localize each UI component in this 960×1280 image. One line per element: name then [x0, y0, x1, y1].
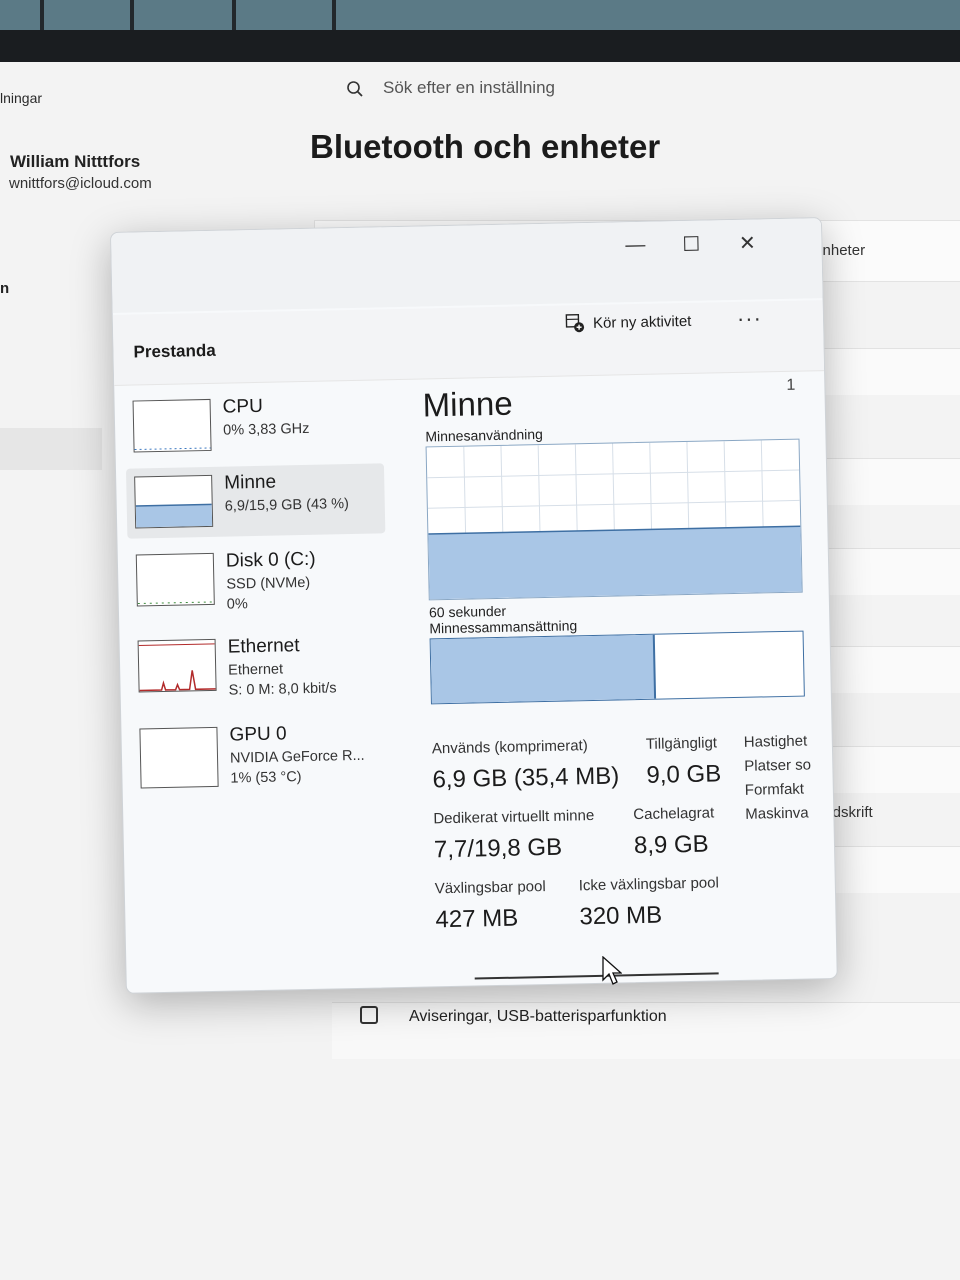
settings-app-title: lningar — [0, 90, 43, 106]
cpu-thumbnail — [132, 398, 212, 453]
cached-label: Cachelagrat — [633, 804, 715, 824]
memory-usage-fill — [428, 526, 802, 600]
memory-composition-svg — [430, 634, 657, 704]
memory-usage-graph — [425, 438, 803, 601]
settings-row[interactable] — [822, 348, 960, 395]
form-factor-label: Formfakt — [744, 780, 805, 799]
available-label: Tillgängligt — [645, 734, 718, 753]
settings-row[interactable] — [822, 746, 960, 793]
sidebar-item-selected[interactable] — [0, 428, 102, 470]
run-task-icon — [565, 313, 585, 333]
composition-divider — [652, 634, 657, 699]
user-email: wnittfors@icloud.com — [9, 175, 152, 192]
task-manager-window: — ☐ ✕ Prestanda Kör ny aktivitet ··· CPU… — [110, 217, 838, 994]
device-detail: Ethernet — [228, 661, 284, 679]
device-name: Disk 0 (C:) — [225, 548, 316, 572]
device-detail: 6,9/15,9 GB (43 %) — [224, 496, 350, 515]
bezel-divider — [232, 0, 236, 30]
settings-row[interactable] — [822, 646, 960, 693]
performance-heading: Prestanda — [133, 340, 216, 362]
memory-thumbnail — [134, 474, 214, 529]
committed-value: 7,7/19,8 GB — [433, 833, 563, 864]
paged-pool-label: Växlingsbar pool — [434, 878, 546, 898]
sidebar-item-partial[interactable]: n — [0, 280, 9, 297]
run-new-task-label: Kör ny aktivitet — [592, 312, 692, 332]
device-ethernet[interactable]: Ethernet Ethernet S: 0 M: 8,0 kbit/s — [129, 627, 388, 702]
memory-usage-svg — [427, 440, 802, 600]
run-new-task-button[interactable]: Kör ny aktivitet — [565, 311, 692, 334]
disk-mini-graph — [137, 601, 214, 604]
search-icon — [347, 81, 363, 97]
memory-composition-graph — [429, 630, 805, 705]
more-options-icon[interactable]: ··· — [737, 305, 763, 332]
device-disk[interactable]: Disk 0 (C:) SSD (NVMe) 0% — [128, 541, 387, 616]
in-use-label: Används (komprimerat) — [431, 737, 588, 758]
bezel-divider — [332, 0, 336, 30]
page-title: Bluetooth och enheter — [310, 128, 661, 165]
title-bar[interactable]: — ☐ ✕ — [111, 218, 823, 313]
disk-thumbnail — [135, 552, 215, 607]
maximize-button[interactable]: ☐ — [671, 228, 712, 259]
usb-checkbox[interactable] — [360, 1006, 378, 1024]
device-name: Ethernet — [227, 635, 300, 658]
device-usage: 1% (53 °C) — [230, 769, 302, 787]
in-use-value: 6,9 GB (35,4 MB) — [432, 762, 620, 794]
speed-label: Hastighet — [743, 732, 808, 751]
ethernet-mini-graph — [138, 643, 216, 692]
memory-composition-label: Minnessammansättning — [429, 617, 578, 637]
memory-usage-label: Minnesanvändning — [425, 425, 544, 445]
settings-row[interactable] — [822, 548, 960, 595]
device-cpu[interactable]: CPU 0% 3,83 GHz — [124, 387, 383, 462]
cpu-mini-graph — [134, 447, 211, 451]
settings-row[interactable] — [822, 458, 960, 505]
performance-header — [112, 300, 825, 386]
close-button[interactable]: ✕ — [727, 227, 768, 258]
ethernet-thumbnail — [137, 638, 217, 693]
user-name: William Nitttfors — [10, 152, 141, 171]
search-input[interactable]: Sök efter en inställning — [383, 78, 555, 98]
device-memory[interactable]: Minne 6,9/15,9 GB (43 %) — [125, 463, 386, 539]
device-name: CPU — [222, 395, 264, 418]
composition-in-use — [430, 634, 656, 704]
cached-value: 8,9 GB — [633, 830, 709, 860]
usb-notifications-label: Aviseringar, USB-batterisparfunktion — [409, 1008, 667, 1025]
device-usage: 0% — [226, 596, 248, 613]
slots-label: Platser so — [744, 756, 812, 775]
nonpaged-pool-label: Icke växlingsbar pool — [578, 874, 720, 895]
device-detail: NVIDIA GeForce R... — [229, 747, 365, 767]
device-gpu[interactable]: GPU 0 NVIDIA GeForce R... 1% (53 °C) — [131, 715, 390, 790]
scroll-indicator: 1 — [786, 376, 796, 394]
settings-row[interactable] — [822, 846, 960, 893]
hardware-reserved-label: Maskinva — [745, 804, 809, 823]
paged-pool-value: 427 MB — [435, 904, 519, 934]
device-throughput: S: 0 M: 8,0 kbit/s — [228, 680, 337, 699]
available-value: 9,0 GB — [646, 760, 722, 789]
minimize-button[interactable]: — — [615, 230, 656, 261]
memory-mini-graph — [135, 503, 213, 528]
screen-bezel — [0, 0, 960, 66]
committed-label: Dedikerat virtuellt minne — [433, 806, 595, 828]
bezel-divider — [130, 0, 134, 30]
gpu-thumbnail — [139, 726, 219, 789]
horizontal-scrollbar[interactable] — [474, 972, 719, 980]
time-axis-label: 60 sekunder — [428, 602, 507, 621]
bezel-divider — [40, 0, 44, 30]
mouse-cursor-icon — [602, 956, 622, 985]
bezel-window-strip — [0, 0, 960, 30]
device-name: Minne — [224, 471, 277, 494]
memory-title: Minne — [422, 384, 513, 424]
nonpaged-pool-value: 320 MB — [579, 901, 663, 931]
device-detail: 0% 3,83 GHz — [223, 420, 310, 439]
memory-thumb-fill — [135, 504, 213, 528]
device-detail: SSD (NVMe) — [226, 574, 311, 593]
device-name: GPU 0 — [229, 723, 287, 746]
